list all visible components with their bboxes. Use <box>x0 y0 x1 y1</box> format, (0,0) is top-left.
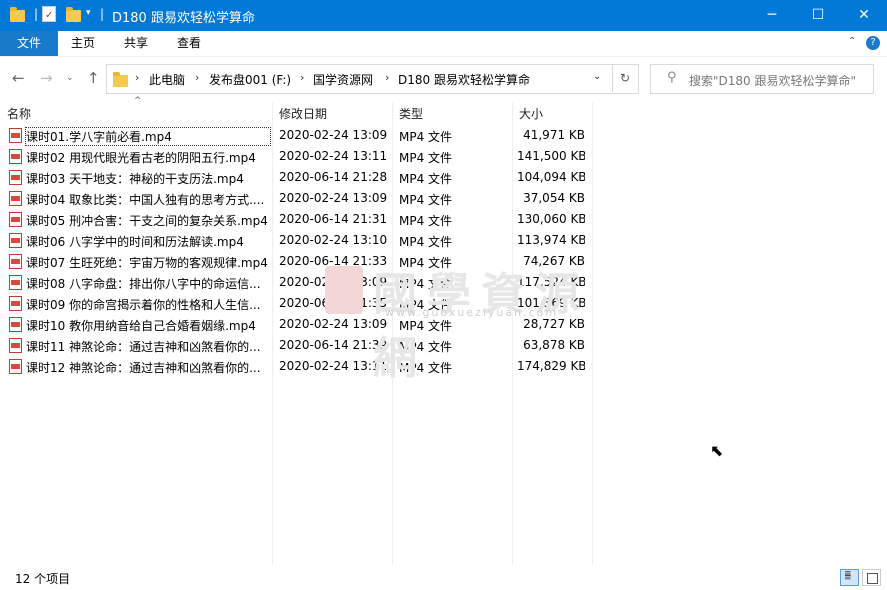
new-folder-icon[interactable] <box>66 7 81 22</box>
crumb-this-pc[interactable]: 此电脑 <box>149 71 185 88</box>
column-date[interactable]: 修改日期 <box>279 105 327 122</box>
column-name[interactable]: 名称 <box>7 105 31 122</box>
folder-icon <box>10 7 25 22</box>
tiles-view-icon <box>867 573 878 584</box>
forward-icon[interactable]: → <box>40 69 53 87</box>
mp4-file-icon <box>9 212 22 227</box>
tab-share[interactable]: 共享 <box>110 31 162 56</box>
refresh-button[interactable]: ↻ <box>612 64 637 92</box>
watermark-text: 國學資源網 <box>373 269 589 384</box>
watermark-url: www.guoxueziyuan.com <box>385 306 559 319</box>
mp4-file-icon <box>9 359 22 374</box>
mp4-file-icon <box>9 233 22 248</box>
properties-icon[interactable]: ✓ <box>42 6 56 22</box>
crumb-current[interactable]: D180 跟易欢轻松学算命 <box>398 71 530 88</box>
mp4-file-icon <box>9 191 22 206</box>
dropdown-icon[interactable]: ▾ <box>86 8 91 18</box>
minimize-button[interactable]: ─ <box>749 0 795 31</box>
column-header: ^ 名称 修改日期 类型 大小 <box>0 96 600 124</box>
ribbon: 文件 主页 共享 查看 ⌃ ? <box>0 31 887 57</box>
minimize-icon: ─ <box>767 7 777 23</box>
list-item[interactable]: 课时04 取象比类：中国人独有的思考方式.... 2020-02-24 13:09… <box>0 188 600 209</box>
item-count: 12 个项目 <box>15 572 71 586</box>
watermark-logo <box>325 266 363 314</box>
crumb-folder[interactable]: 国学资源网 <box>313 71 373 88</box>
up-icon[interactable]: ↑ <box>87 69 100 87</box>
column-size[interactable]: 大小 <box>519 105 543 122</box>
tab-view[interactable]: 查看 <box>164 31 214 56</box>
search-icon: ⚲ <box>667 70 677 85</box>
mouse-cursor-icon: ⬉ <box>710 441 724 460</box>
sort-up-icon: ^ <box>134 96 142 106</box>
mp4-file-icon <box>9 254 22 269</box>
separator: | <box>100 7 105 21</box>
mp4-file-icon <box>9 149 22 164</box>
mp4-file-icon <box>9 317 22 332</box>
mp4-file-icon <box>9 296 22 311</box>
address-dropdown-icon[interactable]: ⌄ <box>593 71 601 82</box>
mp4-file-icon <box>9 338 22 353</box>
address-bar[interactable]: › 此电脑 › 发布盘001 (F:) › 国学资源网 › D180 跟易欢轻松… <box>106 64 639 94</box>
close-button[interactable]: ✕ <box>841 0 887 31</box>
title-bar: | ✓ ▾ | D180 跟易欢轻松学算命 ─ ☐ ✕ <box>0 0 887 31</box>
search-placeholder: 搜索"D180 跟易欢轻松学算命" <box>689 74 856 88</box>
maximize-button[interactable]: ☐ <box>795 0 841 31</box>
column-type[interactable]: 类型 <box>399 105 423 122</box>
recent-icon[interactable]: ⌄ <box>66 73 74 83</box>
back-icon[interactable]: ← <box>12 69 25 87</box>
separator: | <box>34 7 39 21</box>
folder-icon <box>113 72 128 87</box>
refresh-icon: ↻ <box>619 71 631 85</box>
tiles-view-button[interactable] <box>862 569 881 586</box>
mp4-file-icon <box>9 128 22 143</box>
tab-file[interactable]: 文件 <box>0 31 58 56</box>
status-bar: 12 个项目 ≡ ≡ <box>0 566 887 590</box>
mp4-file-icon <box>9 275 22 290</box>
mp4-file-icon <box>9 170 22 185</box>
details-view-button[interactable]: ≡ ≡ <box>840 569 859 586</box>
list-item[interactable]: 课时03 天干地支：神秘的干支历法.mp4 2020-06-14 21:28 MP4… <box>0 167 600 188</box>
search-input[interactable]: ⚲ 搜索"D180 跟易欢轻松学算命" <box>650 64 874 94</box>
maximize-icon: ☐ <box>811 7 825 23</box>
list-item[interactable]: 课时06 八字学中的时间和历法解读.mp4 2020-02-24 13:10 MP4… <box>0 230 600 251</box>
crumb-drive[interactable]: 发布盘001 (F:) <box>209 71 291 88</box>
details-view-icon: ≡ ≡ <box>844 569 852 583</box>
tab-home[interactable]: 主页 <box>58 31 108 56</box>
list-item[interactable]: 课时05 刑冲合害：干支之间的复杂关系.mp4 2020-06-14 21:31 M… <box>0 209 600 230</box>
list-item[interactable]: 课时01.学八字前必看.mp4 2020-02-24 13:09 MP4 文件 41,… <box>0 125 600 146</box>
help-icon[interactable]: ? <box>866 36 880 50</box>
window-title: D180 跟易欢轻松学算命 <box>112 11 255 26</box>
chevron-up-icon[interactable]: ⌃ <box>848 36 856 47</box>
watermark: 國學資源網 www.guoxueziyuan.com <box>325 258 625 384</box>
close-icon: ✕ <box>858 7 870 23</box>
list-item[interactable]: 课时02 用现代眼光看古老的阴阳五行.mp4 2020-02-24 13:11 MP… <box>0 146 600 167</box>
